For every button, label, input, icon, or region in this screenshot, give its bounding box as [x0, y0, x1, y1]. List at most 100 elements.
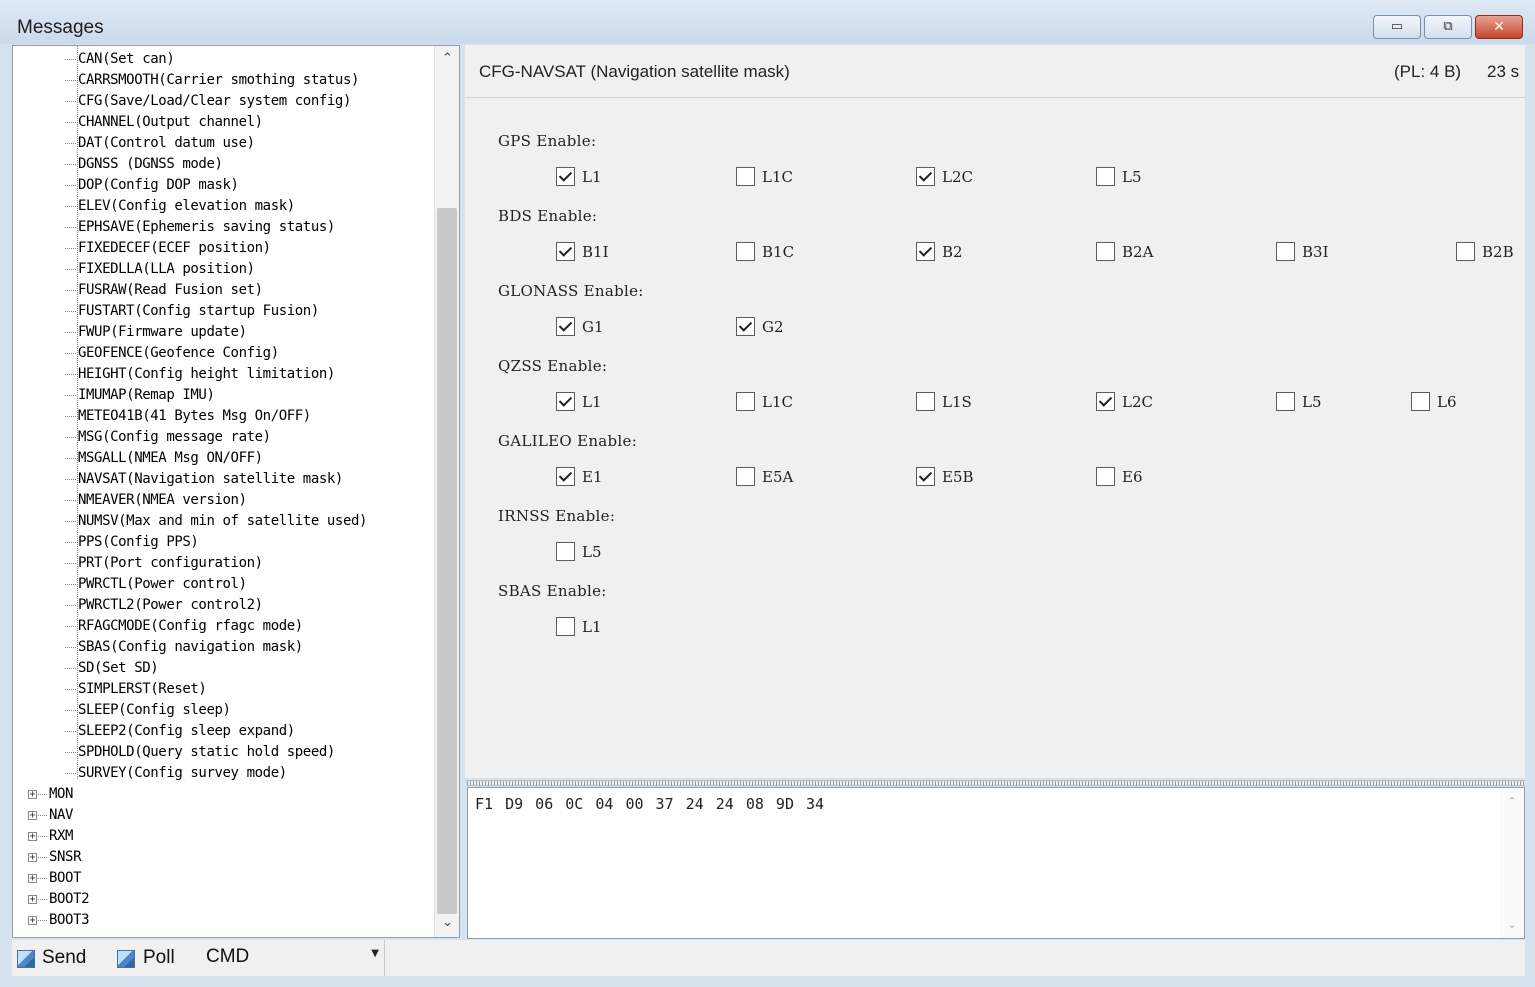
- tree-item[interactable]: SURVEY(Config survey mode): [78, 763, 287, 784]
- checkbox[interactable]: [1276, 242, 1295, 261]
- checkbox[interactable]: [1456, 242, 1475, 261]
- checkbox-label[interactable]: B2: [942, 243, 963, 261]
- scroll-thumb[interactable]: [437, 208, 457, 914]
- checkbox[interactable]: [736, 167, 755, 186]
- expand-plus-icon[interactable]: +: [28, 916, 37, 926]
- tree-item[interactable]: DGNSS (DGNSS mode): [78, 154, 223, 175]
- checkbox-label[interactable]: L1: [582, 393, 602, 411]
- checkbox[interactable]: [916, 167, 935, 186]
- panel-splitter[interactable]: [467, 780, 1525, 786]
- tree-item[interactable]: PPS(Config PPS): [78, 532, 199, 553]
- checkbox-label[interactable]: L2C: [942, 168, 973, 186]
- hex-scroll-up-icon[interactable]: ⌃: [1500, 791, 1524, 813]
- tree-item[interactable]: RFAGCMODE(Config rfagc mode): [78, 616, 303, 637]
- tree-item[interactable]: SLEEP2(Config sleep expand): [78, 721, 295, 742]
- tree-item[interactable]: PWRCTL2(Power control2): [78, 595, 263, 616]
- restore-button[interactable]: ⧉: [1424, 15, 1472, 39]
- checkbox-label[interactable]: L2C: [1122, 393, 1153, 411]
- checkbox-label[interactable]: G2: [762, 318, 784, 336]
- hex-scroll-down-icon[interactable]: ⌄: [1500, 914, 1524, 936]
- tree-root-mon[interactable]: MON: [49, 784, 73, 805]
- tree-root-boot[interactable]: BOOT: [49, 868, 82, 889]
- checkbox[interactable]: [556, 467, 575, 486]
- hex-output[interactable]: F1 D9 06 0C 04 00 37 24 24 08 9D 34 ⌃ ⌄: [467, 787, 1525, 939]
- tree-item[interactable]: METEO41B(41 Bytes Msg On/OFF): [78, 406, 311, 427]
- checkbox-label[interactable]: E5A: [762, 468, 793, 486]
- checkbox-label[interactable]: L1S: [942, 393, 972, 411]
- tree-item[interactable]: IMUMAP(Remap IMU): [78, 385, 215, 406]
- tree-item[interactable]: SD(Set SD): [78, 658, 159, 679]
- tree-item[interactable]: HEIGHT(Config height limitation): [78, 364, 335, 385]
- tree-item[interactable]: FIXEDLLA(LLA position): [78, 259, 255, 280]
- checkbox[interactable]: [556, 542, 575, 561]
- scroll-down-icon[interactable]: ⌄: [435, 912, 459, 934]
- tree-item[interactable]: FWUP(Firmware update): [78, 322, 247, 343]
- checkbox-label[interactable]: E5B: [942, 468, 974, 486]
- tree-item[interactable]: FIXEDECEF(ECEF position): [78, 238, 271, 259]
- expand-plus-icon[interactable]: +: [28, 832, 37, 842]
- tree-root-boot3[interactable]: BOOT3: [49, 910, 90, 931]
- expand-plus-icon[interactable]: +: [28, 853, 37, 863]
- message-tree[interactable]: CAN(Set can) CARRSMOOTH(Carrier smothing …: [12, 45, 460, 938]
- checkbox[interactable]: [736, 317, 755, 336]
- checkbox-label[interactable]: L1C: [762, 168, 793, 186]
- tree-root-boot2[interactable]: BOOT2: [49, 889, 90, 910]
- checkbox[interactable]: [916, 242, 935, 261]
- tree-root-snsr[interactable]: SNSR: [49, 847, 82, 868]
- checkbox-label[interactable]: L5: [582, 543, 602, 561]
- checkbox[interactable]: [736, 242, 755, 261]
- tree-root-nav[interactable]: NAV: [49, 805, 73, 826]
- hex-scrollbar[interactable]: ⌃ ⌄: [1500, 788, 1524, 938]
- tree-item[interactable]: SPDHOLD(Query static hold speed): [78, 742, 335, 763]
- tree-item[interactable]: PRT(Port configuration): [78, 553, 263, 574]
- tree-item[interactable]: FUSTART(Config startup Fusion): [78, 301, 319, 322]
- checkbox[interactable]: [916, 392, 935, 411]
- tree-item[interactable]: CARRSMOOTH(Carrier smothing status): [78, 70, 359, 91]
- checkbox-label[interactable]: E1: [582, 468, 603, 486]
- checkbox-label[interactable]: L6: [1437, 393, 1457, 411]
- checkbox-label[interactable]: L5: [1122, 168, 1142, 186]
- checkbox[interactable]: [1096, 467, 1115, 486]
- tree-item[interactable]: MSGALL(NMEA Msg ON/OFF): [78, 448, 263, 469]
- tree-scrollbar[interactable]: ⌃ ⌄: [434, 46, 459, 937]
- tree-item[interactable]: GEOFENCE(Geofence Config): [78, 343, 279, 364]
- tree-item[interactable]: NAVSAT(Navigation satellite mask): [78, 469, 343, 490]
- checkbox-label[interactable]: B1I: [582, 243, 609, 261]
- tree-item[interactable]: MSG(Config message rate): [78, 427, 271, 448]
- checkbox[interactable]: [1096, 392, 1115, 411]
- tree-item[interactable]: SBAS(Config navigation mask): [78, 637, 303, 658]
- checkbox-label[interactable]: E6: [1122, 468, 1143, 486]
- checkbox-label[interactable]: L5: [1302, 393, 1322, 411]
- tree-item[interactable]: SIMPLERST(Reset): [78, 679, 207, 700]
- tree-item[interactable]: EPHSAVE(Ephemeris saving status): [78, 217, 335, 238]
- checkbox[interactable]: [1276, 392, 1295, 411]
- checkbox[interactable]: [1411, 392, 1430, 411]
- checkbox[interactable]: [736, 392, 755, 411]
- checkbox[interactable]: [1096, 167, 1115, 186]
- checkbox[interactable]: [556, 617, 575, 636]
- checkbox-label[interactable]: G1: [582, 318, 604, 336]
- tree-item[interactable]: NMEAVER(NMEA version): [78, 490, 247, 511]
- checkbox-label[interactable]: L1: [582, 618, 602, 636]
- checkbox-label[interactable]: B1C: [762, 243, 794, 261]
- expand-plus-icon[interactable]: +: [28, 811, 37, 821]
- tree-item[interactable]: PWRCTL(Power control): [78, 574, 247, 595]
- poll-button[interactable]: Poll: [116, 944, 196, 972]
- scroll-up-icon[interactable]: ⌃: [435, 48, 459, 70]
- checkbox-label[interactable]: B2B: [1482, 243, 1514, 261]
- tree-root-rxm[interactable]: RXM: [49, 826, 73, 847]
- tree-item[interactable]: DAT(Control datum use): [78, 133, 255, 154]
- tree-item[interactable]: CHANNEL(Output channel): [78, 112, 263, 133]
- cmd-select[interactable]: CMD ▼: [201, 942, 383, 972]
- tree-item[interactable]: ELEV(Config elevation mask): [78, 196, 295, 217]
- tree-item[interactable]: SLEEP(Config sleep): [78, 700, 231, 721]
- tree-item[interactable]: CAN(Set can): [78, 49, 175, 70]
- checkbox[interactable]: [1096, 242, 1115, 261]
- expand-plus-icon[interactable]: +: [28, 790, 37, 800]
- tree-item[interactable]: NUMSV(Max and min of satellite used): [78, 511, 367, 532]
- checkbox[interactable]: [556, 167, 575, 186]
- checkbox-label[interactable]: L1: [582, 168, 602, 186]
- minimize-button[interactable]: ▭: [1373, 15, 1421, 39]
- tree-item[interactable]: FUSRAW(Read Fusion set): [78, 280, 263, 301]
- checkbox[interactable]: [556, 242, 575, 261]
